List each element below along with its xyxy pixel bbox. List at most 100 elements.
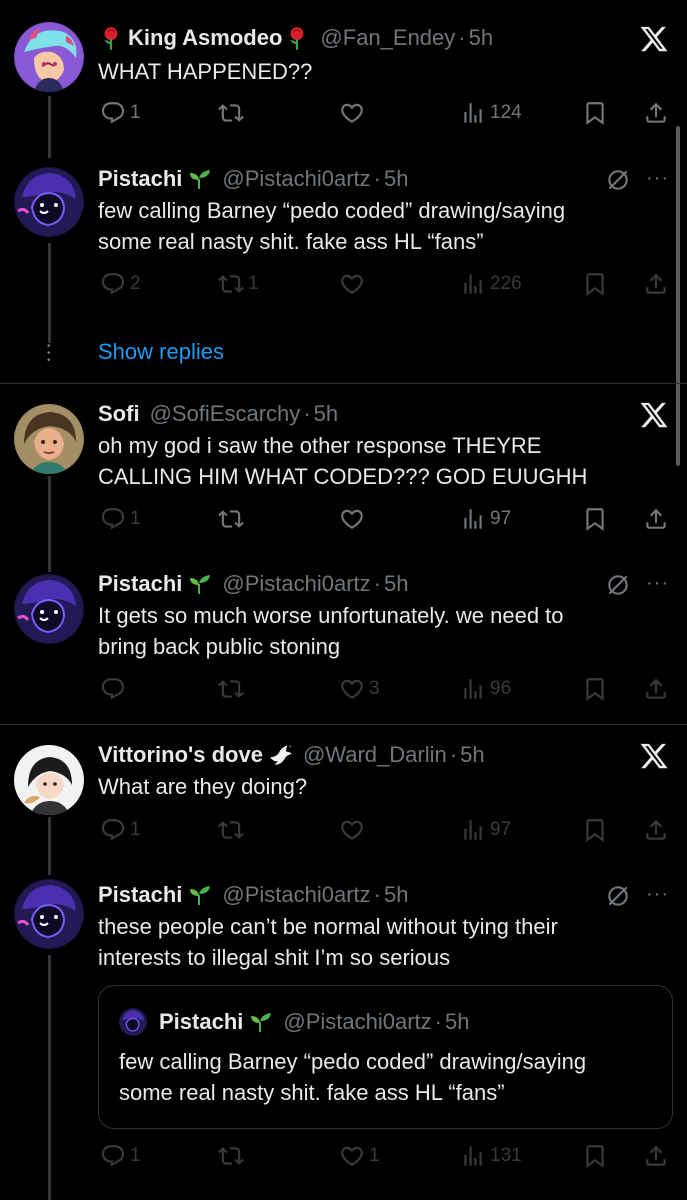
author-handle[interactable]: @SofiEscarchy [150,401,301,427]
views-button[interactable]: 97 [460,502,511,536]
quoted-tweet-header: Pistachi @Pistachi0artz · 5h [119,1008,469,1036]
retweet-button[interactable] [218,96,248,130]
author-handle[interactable]: @Pistachi0artz [222,571,370,597]
bookmark-button[interactable] [582,267,608,301]
bookmark-icon [582,100,608,126]
x-logo-icon[interactable] [639,400,669,430]
like-button[interactable]: 1 [339,1139,380,1173]
reply-icon [100,676,126,702]
more-menu-button[interactable]: ··· [646,167,669,190]
share-button[interactable] [643,267,669,301]
like-button[interactable] [339,502,365,536]
x-logo-icon[interactable] [639,741,669,771]
share-icon [643,676,669,702]
share-button[interactable] [643,502,669,536]
tweet-pistachi-reply-3[interactable]: Pistachi @Pistachi0artz · 5h ··· these p… [0,875,687,1200]
views-icon [460,271,486,297]
tweet-king-asmodeo[interactable]: King Asmodeo @Fan_Endey · 5h WHAT HAPPEN… [0,0,687,158]
timestamp[interactable]: 5h [469,25,493,51]
author-name[interactable]: Vittorino's dove [98,742,263,768]
avatar[interactable] [14,22,84,92]
avatar[interactable] [14,404,84,474]
bookmark-button[interactable] [582,96,608,130]
bookmark-button[interactable] [582,1139,608,1173]
tweet-sofi[interactable]: Sofi @SofiEscarchy · 5h oh my god i saw … [0,384,687,544]
reply-button[interactable] [100,672,126,706]
author-name[interactable]: Pistachi [98,571,182,597]
avatar[interactable] [14,745,84,815]
grok-icon[interactable] [605,572,631,598]
bookmark-button[interactable] [582,502,608,536]
retweet-button[interactable]: 1 [218,267,259,301]
author-handle[interactable]: @Pistachi0artz [222,882,370,908]
retweet-button[interactable] [218,813,244,847]
time-separator: · [458,25,466,50]
share-button[interactable] [643,1139,669,1173]
quoted-text-line: some real nasty shit. fake ass HL “fans” [119,1080,505,1105]
like-button[interactable] [339,813,365,847]
bookmark-icon [582,676,608,702]
avatar[interactable] [14,167,84,237]
views-button[interactable]: 124 [460,96,522,130]
retweet-button[interactable] [218,502,244,536]
retweet-icon [218,1143,244,1169]
tweet-pistachi-reply-1[interactable]: Pistachi @Pistachi0artz · 5h ··· few cal… [0,155,687,383]
tweet-pistachi-reply-2[interactable]: Pistachi @Pistachi0artz · 5h ··· It gets… [0,544,687,724]
grok-icon[interactable] [605,167,631,193]
views-button[interactable]: 131 [460,1139,522,1173]
reply-icon [100,100,126,126]
reply-count: 1 [130,819,141,840]
tweet-vittorinos-dove[interactable]: Vittorino's dove @Ward_Darlin · 5h What … [0,725,687,875]
timestamp[interactable]: 5h [384,166,408,192]
x-logo-icon[interactable] [639,24,669,54]
timestamp[interactable]: 5h [384,571,408,597]
views-count: 226 [490,273,522,294]
timestamp[interactable]: 5h [314,401,338,427]
retweet-icon [218,676,244,702]
like-button[interactable] [339,267,365,301]
share-button[interactable] [643,813,669,847]
show-replies-link[interactable]: Show replies [98,339,224,365]
views-button[interactable]: 226 [460,267,522,301]
retweet-icon [218,817,244,843]
tweet-text: oh my god i saw the other response THEYR… [98,430,658,492]
like-button[interactable] [339,96,365,130]
more-menu-button[interactable]: ··· [646,883,669,906]
more-menu-button[interactable]: ··· [646,572,669,595]
reply-button[interactable]: 1 [100,1139,141,1173]
tweet-text: It gets so much worse unfortunately. we … [98,600,658,662]
author-name[interactable]: Pistachi [98,882,182,908]
reply-button[interactable]: 1 [100,502,141,536]
author-handle[interactable]: @Fan_Endey [320,25,455,51]
quoted-tweet[interactable]: Pistachi @Pistachi0artz · 5h few calling… [98,985,673,1129]
bookmark-button[interactable] [582,672,608,706]
reply-icon [100,1143,126,1169]
retweet-button[interactable] [218,672,244,706]
reply-button[interactable]: 2 [100,267,141,301]
avatar[interactable] [14,574,84,644]
views-button[interactable]: 97 [460,813,511,847]
author-name[interactable]: Sofi [98,401,140,427]
retweet-button[interactable] [218,1139,244,1173]
views-button[interactable]: 96 [460,672,511,706]
views-count: 96 [490,678,512,699]
timestamp[interactable]: 5h [384,882,408,908]
author-handle[interactable]: @Ward_Darlin [303,742,447,768]
reply-button[interactable]: 1 [100,96,141,130]
timestamp[interactable]: 5h [460,742,484,768]
thread-line [48,817,51,875]
author-name[interactable]: Pistachi [98,166,182,192]
avatar[interactable] [14,879,84,949]
quoted-text-line: few calling Barney “pedo coded” drawing/… [119,1049,587,1074]
bookmark-icon [582,1143,608,1169]
share-button[interactable] [643,96,669,130]
author-handle[interactable]: @Pistachi0artz [222,166,370,192]
reply-button[interactable]: 1 [100,813,141,847]
tweet-text-line: It gets so much worse unfortunately. we … [98,603,564,628]
author-name[interactable]: King Asmodeo [128,25,282,51]
share-button[interactable] [643,672,669,706]
grok-icon[interactable] [605,883,631,909]
bookmark-button[interactable] [582,813,608,847]
quoted-tweet-text: few calling Barney “pedo coded” drawing/… [119,1046,659,1108]
like-button[interactable]: 3 [339,672,380,706]
